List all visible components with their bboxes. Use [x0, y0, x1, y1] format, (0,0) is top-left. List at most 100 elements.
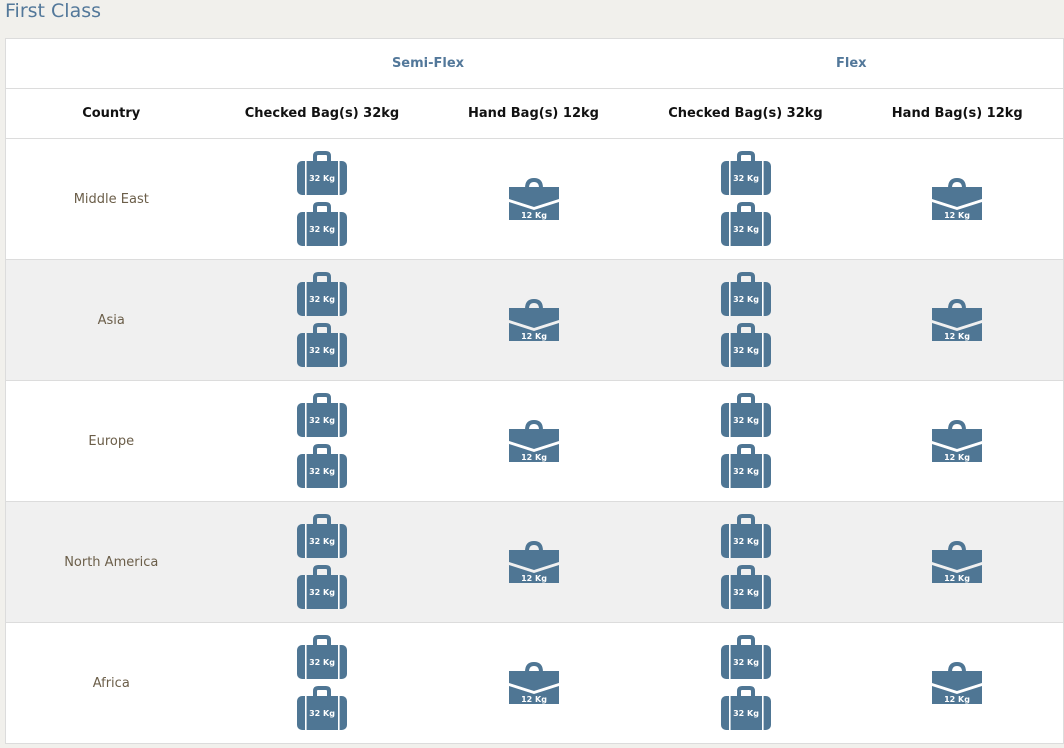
checked-bag-stack: 32 Kg 32 Kg	[640, 514, 852, 610]
flex-checked-bags-cell: 32 Kg 32 Kg	[640, 623, 852, 744]
svg-text:32 Kg: 32 Kg	[733, 416, 759, 425]
suitcase-icon: 32 Kg	[720, 151, 772, 196]
hand-bag-wrap: 12 Kg	[428, 661, 640, 705]
svg-text:32 Kg: 32 Kg	[733, 225, 759, 234]
svg-text:32 Kg: 32 Kg	[733, 709, 759, 718]
semi-flex-checked-bags-cell: 32 Kg 32 Kg	[216, 380, 428, 502]
suitcase-icon: 32 Kg	[720, 565, 772, 610]
briefcase-icon: 12 Kg	[931, 540, 983, 584]
column-header-row: Country Checked Bag(s) 32kg Hand Bag(s) …	[5, 88, 1064, 139]
suitcase-icon: 32 Kg	[296, 323, 348, 368]
semi-flex-checked-bags-cell: 32 Kg 32 Kg	[216, 501, 428, 623]
table-row: Asia 32 Kg 32 Kg 12 Kg 32 Kg 32 Kg 12 Kg	[5, 259, 1064, 381]
suitcase-icon: 32 Kg	[296, 393, 348, 438]
suitcase-icon: 32 Kg	[296, 202, 348, 247]
svg-text:32 Kg: 32 Kg	[733, 537, 759, 546]
table-row: Middle East 32 Kg 32 Kg 12 Kg 32 Kg 32 Kg 12 K…	[5, 138, 1064, 260]
country-cell: North America	[5, 501, 217, 623]
hand-bag-wrap: 12 Kg	[428, 177, 640, 221]
svg-text:32 Kg: 32 Kg	[309, 537, 335, 546]
flex-hand-bag-cell: 12 Kg	[851, 138, 1064, 260]
semi-flex-hand-bag-cell: 12 Kg	[427, 259, 640, 381]
svg-text:32 Kg: 32 Kg	[309, 416, 335, 425]
checked-bag-stack: 32 Kg 32 Kg	[217, 514, 428, 610]
column-header-flex-checked: Checked Bag(s) 32kg	[639, 88, 852, 139]
svg-text:32 Kg: 32 Kg	[733, 295, 759, 304]
column-header-semi-flex-checked: Checked Bag(s) 32kg	[216, 88, 428, 139]
svg-text:32 Kg: 32 Kg	[309, 174, 335, 183]
hand-bag-wrap: 12 Kg	[428, 298, 640, 342]
svg-text:32 Kg: 32 Kg	[733, 588, 759, 597]
svg-text:32 Kg: 32 Kg	[733, 174, 759, 183]
hand-bag-wrap: 12 Kg	[852, 298, 1064, 342]
page-title: First Class	[5, 0, 102, 22]
svg-text:12 Kg: 12 Kg	[521, 695, 547, 704]
checked-bag-stack: 32 Kg 32 Kg	[217, 272, 428, 368]
semi-flex-checked-bags-cell: 32 Kg 32 Kg	[217, 623, 428, 744]
country-cell: Africa	[92, 675, 130, 691]
briefcase-icon: 12 Kg	[931, 661, 983, 705]
semi-flex-hand-bag-cell: 12 Kg	[427, 501, 640, 623]
baggage-allowance-table: Semi-Flex Flex Country Checked Bag(s) 32…	[5, 38, 1064, 744]
column-header-country: Country	[5, 88, 217, 139]
briefcase-icon: 12 Kg	[508, 540, 560, 584]
hand-bag-wrap: 12 Kg	[852, 661, 1064, 705]
svg-text:12 Kg: 12 Kg	[521, 211, 547, 220]
svg-text:32 Kg: 32 Kg	[733, 658, 759, 667]
svg-text:32 Kg: 32 Kg	[733, 346, 759, 355]
flex-hand-bag-cell: 12 Kg	[851, 380, 1064, 502]
suitcase-icon: 32 Kg	[720, 393, 772, 438]
country-cell: Europe	[5, 380, 217, 502]
hand-bag-wrap: 12 Kg	[852, 540, 1064, 584]
flex-hand-bag-cell: 12 Kg	[851, 501, 1064, 623]
suitcase-icon: 32 Kg	[720, 202, 772, 247]
suitcase-icon: 32 Kg	[296, 686, 348, 731]
svg-text:32 Kg: 32 Kg	[309, 709, 335, 718]
checked-bag-stack: 32 Kg 32 Kg	[217, 635, 428, 731]
svg-text:32 Kg: 32 Kg	[309, 588, 335, 597]
checked-bag-stack: 32 Kg 32 Kg	[217, 393, 428, 489]
svg-text:12 Kg: 12 Kg	[944, 453, 970, 462]
suitcase-icon: 32 Kg	[296, 565, 348, 610]
hand-bag-wrap: 12 Kg	[428, 419, 640, 463]
fare-header-empty	[5, 38, 217, 89]
flex-hand-bag-cell: 12 Kg	[852, 623, 1064, 744]
flex-checked-bags-cell: 32 Kg 32 Kg	[639, 138, 852, 260]
suitcase-icon: 32 Kg	[720, 635, 772, 680]
suitcase-icon: 32 Kg	[720, 272, 772, 317]
svg-text:12 Kg: 12 Kg	[944, 211, 970, 220]
briefcase-icon: 12 Kg	[931, 419, 983, 463]
briefcase-icon: 12 Kg	[508, 298, 560, 342]
table-row: Africa 32 Kg 32 Kg 12 Kg 32 Kg 32 Kg 12 Kg	[6, 623, 1064, 744]
suitcase-icon: 32 Kg	[296, 151, 348, 196]
semi-flex-hand-bag-cell: 12 Kg	[427, 138, 640, 260]
suitcase-icon: 32 Kg	[720, 514, 772, 559]
svg-text:12 Kg: 12 Kg	[521, 332, 547, 341]
fare-header-semi-flex: Semi-Flex	[216, 38, 640, 89]
briefcase-icon: 12 Kg	[508, 661, 560, 705]
checked-bag-stack: 32 Kg 32 Kg	[640, 393, 852, 489]
flex-checked-bags-cell: 32 Kg 32 Kg	[639, 259, 852, 381]
svg-text:32 Kg: 32 Kg	[309, 658, 335, 667]
column-header-semi-flex-hand: Hand Bag(s) 12kg	[427, 88, 640, 139]
suitcase-icon: 32 Kg	[720, 323, 772, 368]
semi-flex-checked-bags-cell: 32 Kg 32 Kg	[216, 138, 428, 260]
hand-bag-wrap: 12 Kg	[428, 540, 640, 584]
flex-checked-bags-cell: 32 Kg 32 Kg	[639, 501, 852, 623]
svg-text:32 Kg: 32 Kg	[309, 225, 335, 234]
checked-bag-stack: 32 Kg 32 Kg	[640, 272, 852, 368]
briefcase-icon: 12 Kg	[931, 177, 983, 221]
suitcase-icon: 32 Kg	[296, 444, 348, 489]
flex-hand-bag-cell: 12 Kg	[851, 259, 1064, 381]
suitcase-icon: 32 Kg	[720, 686, 772, 731]
svg-text:32 Kg: 32 Kg	[309, 346, 335, 355]
checked-bag-stack: 32 Kg 32 Kg	[217, 151, 428, 247]
suitcase-icon: 32 Kg	[720, 444, 772, 489]
svg-text:12 Kg: 12 Kg	[944, 574, 970, 583]
briefcase-icon: 12 Kg	[508, 419, 560, 463]
hand-bag-wrap: 12 Kg	[852, 419, 1064, 463]
checked-bag-stack: 32 Kg 32 Kg	[640, 151, 852, 247]
semi-flex-checked-bags-cell: 32 Kg 32 Kg	[216, 259, 428, 381]
suitcase-icon: 32 Kg	[296, 272, 348, 317]
svg-text:32 Kg: 32 Kg	[309, 295, 335, 304]
